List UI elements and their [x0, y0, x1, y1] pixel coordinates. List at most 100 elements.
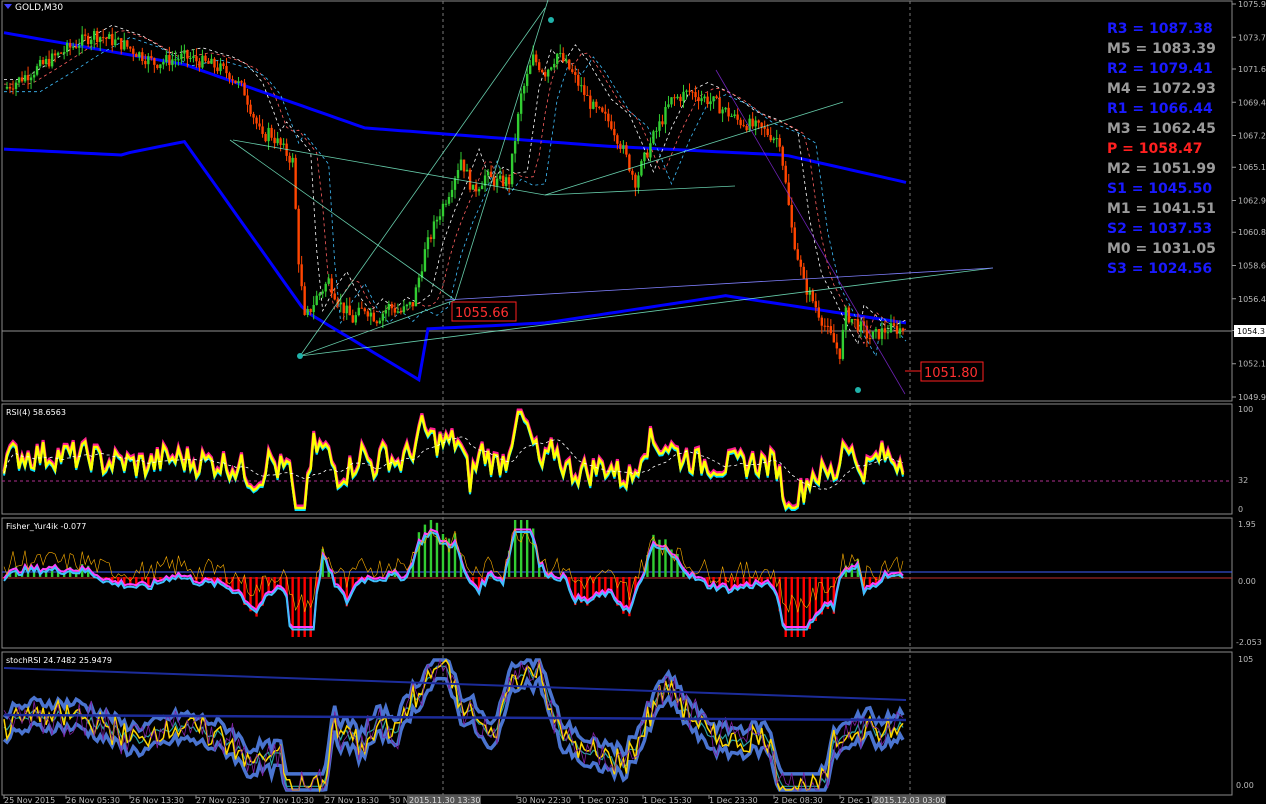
candle-body — [186, 50, 189, 59]
candle-body — [372, 312, 376, 322]
candle-body — [144, 61, 147, 65]
candle-body — [534, 54, 538, 63]
candle-body — [363, 308, 366, 312]
candle-body — [547, 69, 550, 77]
chevron-down-icon[interactable] — [4, 4, 12, 9]
current-price-label: 1054.3 — [1237, 327, 1265, 336]
price-tick-label: 1049.9 — [1238, 393, 1266, 402]
candle-body — [435, 219, 439, 222]
candle-body — [901, 328, 905, 331]
candle-body — [120, 38, 123, 50]
candle-body — [841, 329, 845, 359]
candle-body — [213, 58, 216, 68]
candle-body — [544, 72, 547, 77]
candle-body — [889, 323, 893, 333]
candle-body — [775, 138, 778, 140]
candle-body — [886, 332, 890, 334]
candle-body — [339, 302, 342, 305]
candle-body — [589, 95, 592, 109]
candle-body — [778, 138, 781, 147]
candle-body — [360, 307, 363, 309]
candle-body — [225, 66, 228, 74]
candle-body — [760, 122, 763, 128]
candle-body — [670, 97, 673, 105]
candle-body — [432, 221, 436, 239]
candle-body — [309, 308, 312, 313]
candle-body — [739, 119, 742, 126]
candle-body — [814, 301, 817, 308]
time-tick-label: 2 Dec 08:30 — [774, 796, 823, 804]
candle-body — [240, 81, 243, 83]
candle-body — [20, 77, 24, 82]
candle-body — [598, 106, 601, 108]
candle-body — [330, 278, 333, 294]
candle-body — [540, 69, 544, 73]
candle-body — [459, 159, 463, 171]
time-highlight-label: 2015.12.03 03:00 — [874, 796, 945, 804]
candle-body — [510, 153, 514, 185]
pivot-label: R3 = 1087.38 — [1107, 21, 1213, 37]
candle-body — [763, 127, 766, 129]
candle-body — [694, 92, 697, 98]
candle-body — [417, 277, 421, 288]
pivot-label: M3 = 1062.45 — [1107, 121, 1216, 137]
candle-body — [880, 328, 884, 339]
candle-body — [258, 123, 261, 127]
candle-body — [159, 64, 162, 69]
candle-body — [366, 311, 370, 317]
candle-body — [877, 329, 881, 339]
candle-body — [661, 121, 664, 125]
candle-body — [387, 303, 391, 310]
candle-body — [465, 169, 469, 172]
candle-body — [850, 319, 854, 323]
candle-body — [147, 56, 150, 65]
candle-body — [318, 293, 321, 296]
time-tick-label: 25 Nov 2015 — [4, 796, 55, 804]
candle-body — [556, 53, 559, 64]
time-tick-label: 27 Nov 18:30 — [325, 796, 379, 804]
chart-window[interactable]: GOLD,M30 R3 = 1087.38 M5 = 1083.39 R2 = 10… — [0, 0, 1266, 804]
candle-body — [168, 55, 171, 66]
candle-body — [11, 88, 15, 90]
price-tick-label: 1071.6 — [1238, 65, 1266, 74]
candle-body — [231, 79, 234, 81]
candle-body — [261, 126, 264, 134]
candle-body — [766, 128, 769, 136]
candle-body — [129, 46, 132, 49]
candle-body — [574, 72, 577, 75]
candle-body — [892, 323, 896, 326]
candle-body — [8, 86, 12, 89]
candle-body — [65, 43, 69, 53]
price-plot — [3, 0, 994, 395]
fisher-label: Fisher_Yur4ik -0.077 — [6, 522, 86, 531]
price-tick-label: 1065.1 — [1238, 163, 1266, 172]
candle-body — [135, 53, 138, 58]
candle-body — [781, 146, 784, 166]
time-tick-label: 27 Nov 10:30 — [260, 796, 314, 804]
candle-body — [676, 96, 679, 99]
stochrsi-plot — [2, 658, 907, 793]
candle-body — [207, 60, 210, 64]
candle-body — [77, 45, 81, 48]
candle-body — [784, 165, 787, 183]
fisher-level: 1.95 — [1238, 520, 1256, 529]
stochrsi-label: stochRSI 24.7482 25.9479 — [6, 656, 112, 665]
candle-body — [682, 91, 685, 102]
pivot-label: M0 = 1031.05 — [1107, 241, 1216, 257]
candle-body — [820, 317, 824, 326]
candle-body — [312, 304, 315, 313]
candle-body — [829, 326, 833, 334]
candle-body — [643, 152, 646, 162]
fractal-marker — [855, 387, 861, 393]
rsi-level: 0 — [1238, 505, 1243, 514]
candle-body — [895, 325, 899, 334]
candle-body — [691, 91, 694, 93]
candle-body — [41, 59, 45, 64]
candle-body — [96, 31, 99, 42]
candle-body — [838, 348, 842, 359]
candle-body — [117, 38, 120, 40]
candle-body — [297, 208, 300, 265]
candle-body — [303, 286, 306, 315]
candle-body — [853, 319, 857, 321]
time-tick-label: 30 Nov 22:30 — [517, 796, 571, 804]
